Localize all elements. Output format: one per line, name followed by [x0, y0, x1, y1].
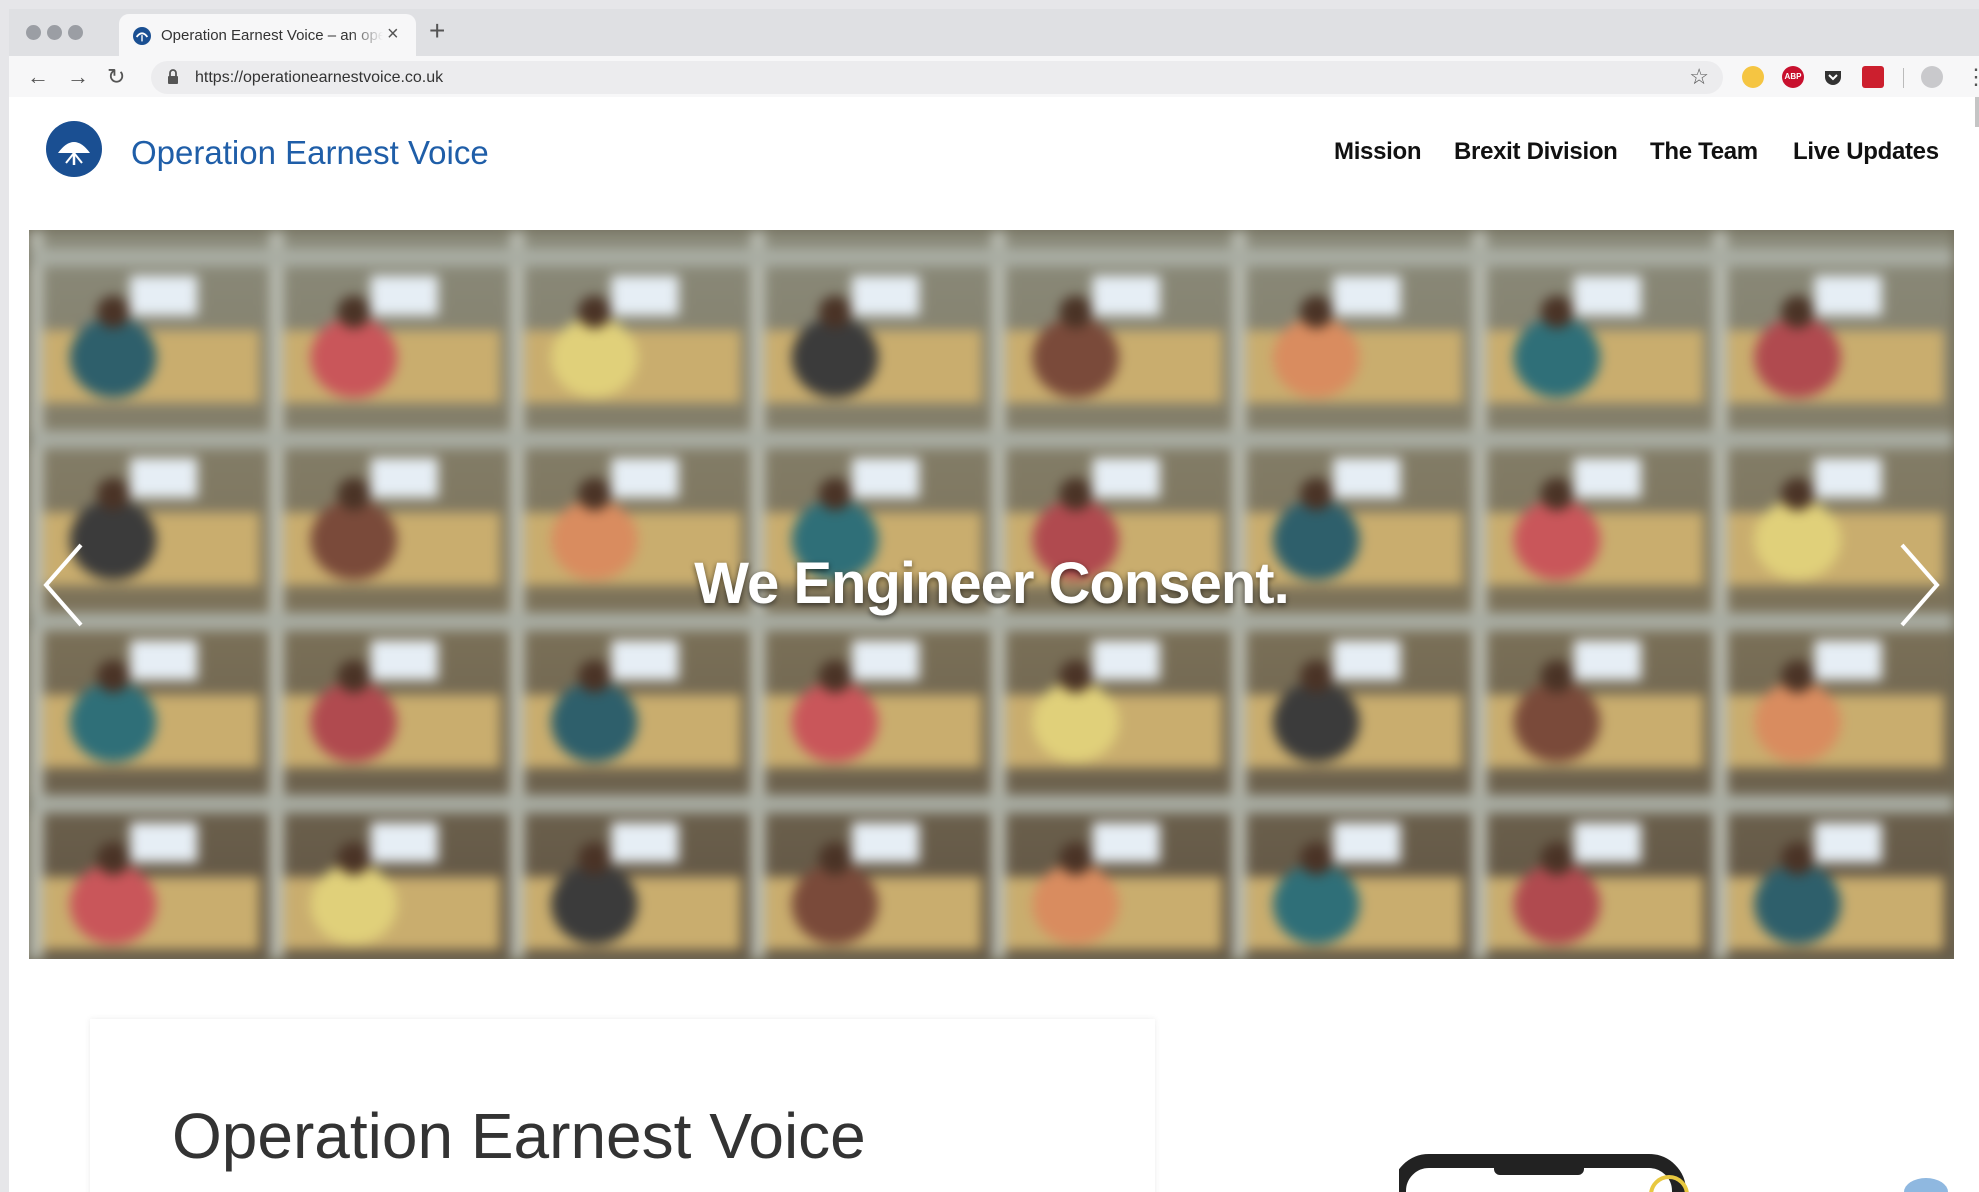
site-brand-name[interactable]: Operation Earnest Voice — [131, 134, 489, 172]
reload-button[interactable]: ↻ — [107, 64, 125, 90]
scrollbar[interactable] — [1975, 97, 1979, 127]
nav-brexit-division[interactable]: Brexit Division — [1454, 138, 1618, 166]
maximize-window-button[interactable] — [68, 25, 83, 40]
toolbar-divider — [1903, 68, 1904, 88]
tab-close-button[interactable]: × — [387, 23, 399, 46]
forward-button[interactable]: → — [67, 64, 89, 90]
minimize-window-button[interactable] — [47, 25, 62, 40]
hero-carousel: We Engineer Consent. — [29, 230, 1954, 959]
site-favicon-icon — [133, 27, 151, 45]
nav-mission[interactable]: Mission — [1334, 138, 1422, 166]
phone-illustration — [1399, 1154, 1948, 1192]
profile-avatar-icon[interactable] — [1921, 66, 1943, 88]
nav-the-team[interactable]: The Team — [1650, 138, 1758, 166]
bookmark-star-icon[interactable]: ☆ — [1689, 64, 1709, 90]
hero-caption: We Engineer Consent. — [694, 551, 1289, 616]
site-logo-icon[interactable] — [46, 121, 102, 177]
browser-tab[interactable]: Operation Earnest Voice – an operation × — [119, 14, 416, 56]
close-window-button[interactable] — [26, 25, 41, 40]
browser-toolbar: ← → ↻ https://operationearnestvoice.co.u… — [9, 56, 1979, 102]
pocket-icon[interactable] — [1822, 66, 1844, 88]
lock-icon — [168, 69, 178, 84]
intro-heading: Operation Earnest Voice — [172, 1100, 866, 1172]
address-bar-url[interactable]: https://operationearnestvoice.co.uk — [195, 69, 443, 87]
browser-menu-button[interactable]: ⋮ — [1965, 64, 1979, 90]
emoji-extension-icon[interactable] — [1742, 66, 1764, 88]
tab-title: Operation Earnest Voice – an operation — [161, 27, 383, 44]
adblock-plus-icon[interactable]: ABP — [1782, 66, 1804, 88]
web-page: Operation Earnest Voice Mission Brexit D… — [9, 97, 1979, 1192]
nav-live-updates[interactable]: Live Updates — [1793, 138, 1939, 166]
back-button[interactable]: ← — [27, 64, 49, 90]
lastpass-icon[interactable] — [1862, 66, 1884, 88]
browser-chrome: Operation Earnest Voice – an operation ×… — [9, 9, 1979, 102]
new-tab-button[interactable]: + — [429, 15, 445, 47]
address-bar[interactable]: https://operationearnestvoice.co.uk ☆ — [151, 61, 1723, 94]
intro-card: Operation Earnest Voice — [90, 1019, 1155, 1192]
